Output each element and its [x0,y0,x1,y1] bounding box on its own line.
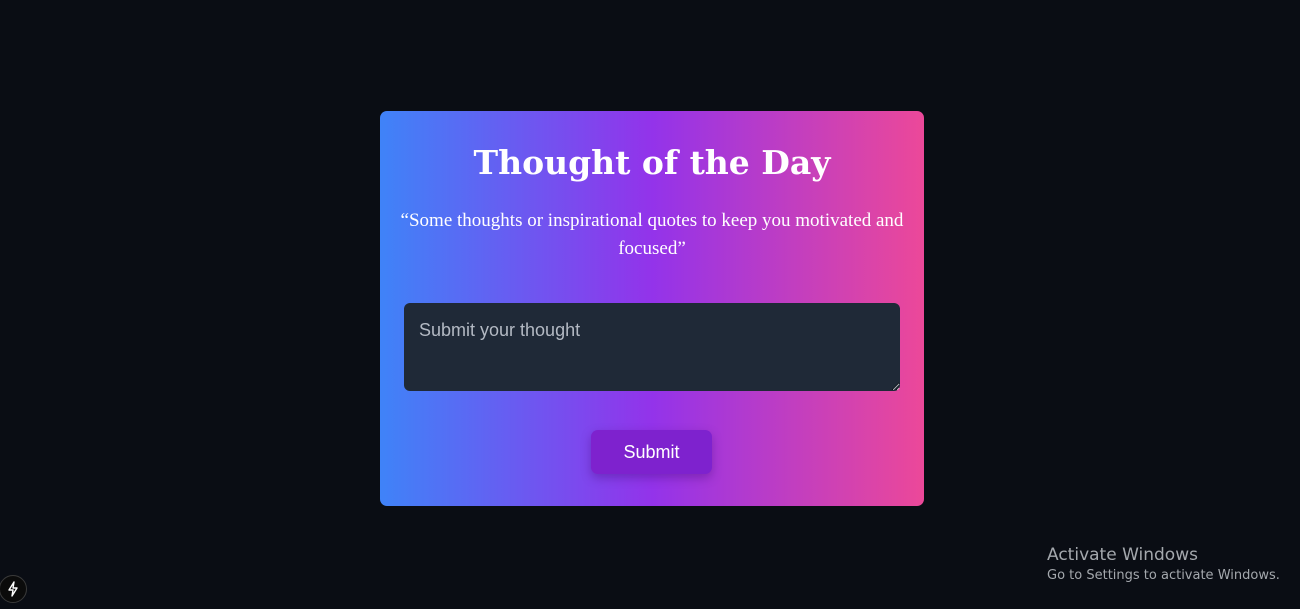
lightning-icon [8,581,18,597]
card-quote: “Some thoughts or inspirational quotes t… [400,210,904,259]
watermark-subtitle: Go to Settings to activate Windows. [1047,568,1280,583]
watermark-title: Activate Windows [1047,545,1198,565]
thought-card: Thought of the Day “Some thoughts or ins… [380,111,924,506]
dev-tools-button[interactable] [0,575,27,603]
submit-button[interactable]: Submit [591,430,712,474]
thought-input[interactable] [404,303,900,391]
activate-windows-watermark: Activate Windows Go to Settings to activ… [1047,544,1280,585]
card-title: Thought of the Day [473,143,831,182]
